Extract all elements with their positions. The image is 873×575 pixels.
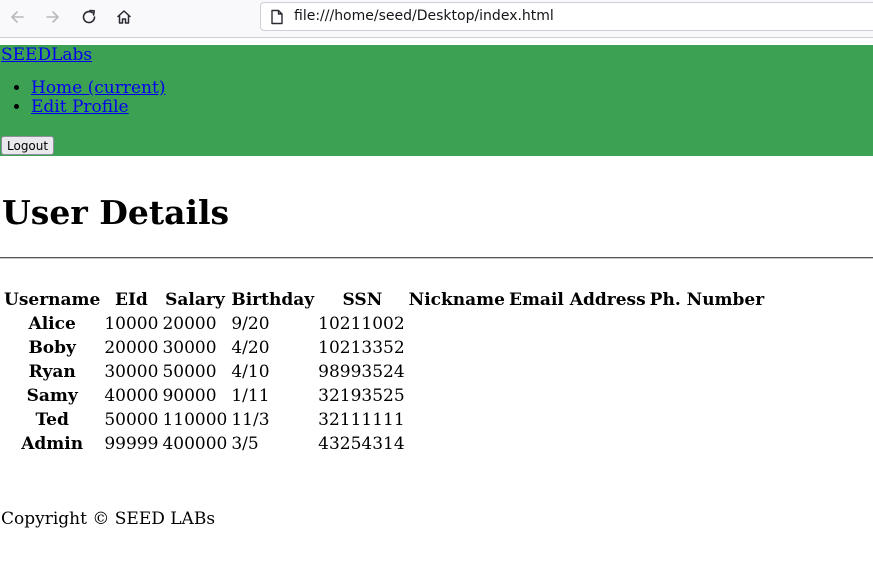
cell-eid: 20000: [104, 338, 159, 358]
cell-eid: 10000: [104, 314, 159, 334]
header-ssn: SSN: [342, 290, 383, 310]
home-button[interactable]: [111, 4, 137, 30]
cell-nickname: [408, 313, 506, 335]
table-row: Boby 20000 30000 4/20 10213352: [3, 337, 765, 359]
cell-phone: [649, 313, 766, 335]
logout-button[interactable]: Logout: [1, 136, 55, 155]
cell-ssn: 10211002: [318, 314, 405, 334]
cell-nickname: [408, 385, 506, 407]
nav-item-home: Home (current): [31, 79, 165, 98]
cell-salary: 20000: [162, 314, 217, 334]
table-row: Alice 10000 20000 9/20 10211002: [3, 313, 765, 335]
cell-phone: [649, 385, 766, 407]
cell-ssn: 98993524: [318, 362, 405, 382]
cell-eid: 50000: [104, 410, 159, 430]
forward-arrow-icon: [46, 11, 59, 23]
header-salary: Salary: [165, 290, 225, 310]
back-arrow-icon: [11, 11, 24, 23]
header-nickname: Nickname: [408, 290, 505, 310]
cell-eid: 99999: [104, 434, 159, 454]
cell-phone: [649, 337, 766, 359]
cell-nickname: [408, 337, 506, 359]
cell-eid: 30000: [104, 362, 159, 382]
cell-email: [508, 361, 647, 383]
cell-email: [508, 409, 647, 431]
home-icon: [117, 10, 131, 24]
user-details-table: Username EId Salary Birthday SSN Nicknam…: [1, 287, 767, 457]
cell-email: [508, 433, 647, 455]
cell-username: Admin: [21, 434, 84, 454]
reload-icon: [82, 9, 96, 24]
cell-salary: 400000: [162, 434, 228, 454]
cell-ssn: 10213352: [318, 338, 405, 358]
home-link[interactable]: Home (current): [31, 78, 165, 98]
cell-birthday: 3/5: [231, 434, 259, 454]
cell-email: [508, 337, 647, 359]
forward-button[interactable]: [40, 4, 66, 30]
nav-menu: Home (current) Edit Profile: [0, 79, 165, 117]
brand-link[interactable]: SEEDLabs: [1, 45, 92, 65]
cell-nickname: [408, 361, 506, 383]
cell-username: Boby: [28, 338, 76, 358]
divider: [0, 257, 873, 259]
cell-birthday: 4/20: [231, 338, 270, 358]
table-header-row: Username EId Salary Birthday SSN Nicknam…: [3, 289, 765, 311]
table-row: Admin 99999 400000 3/5 43254314: [3, 433, 765, 455]
cell-birthday: 4/10: [231, 362, 270, 382]
cell-nickname: [408, 433, 506, 455]
browser-toolbar: file:///home/seed/Desktop/index.html: [0, 0, 873, 38]
edit-profile-link[interactable]: Edit Profile: [31, 97, 129, 117]
cell-username: Ryan: [28, 362, 76, 382]
cell-birthday: 11/3: [231, 410, 270, 430]
header-birthday: Birthday: [231, 290, 315, 310]
cell-salary: 50000: [162, 362, 217, 382]
cell-salary: 90000: [162, 386, 217, 406]
table-row: Ryan 30000 50000 4/10 98993524: [3, 361, 765, 383]
cell-username: Ted: [35, 410, 69, 430]
cell-email: [508, 385, 647, 407]
cell-username: Alice: [28, 314, 76, 334]
cell-salary: 110000: [162, 410, 228, 430]
header-username: Username: [4, 290, 101, 310]
cell-ssn: 43254314: [318, 434, 405, 454]
page-title: User Details: [2, 193, 230, 232]
cell-nickname: [408, 409, 506, 431]
cell-username: Samy: [26, 386, 78, 406]
cell-email: [508, 313, 647, 335]
url-text: file:///home/seed/Desktop/index.html: [294, 8, 554, 24]
header-email: Email Address: [508, 290, 646, 310]
file-page-icon: [270, 9, 284, 29]
table-row: Ted 50000 110000 11/3 32111111: [3, 409, 765, 431]
cell-birthday: 9/20: [231, 314, 270, 334]
site-navbar: SEEDLabs Home (current) Edit Profile Log…: [0, 45, 873, 156]
cell-phone: [649, 433, 766, 455]
url-bar[interactable]: file:///home/seed/Desktop/index.html: [260, 2, 873, 31]
cell-ssn: 32193525: [318, 386, 405, 406]
header-eid: EId: [115, 290, 148, 310]
cell-ssn: 32111111: [318, 410, 405, 430]
cell-eid: 40000: [104, 386, 159, 406]
back-button[interactable]: [4, 4, 30, 30]
reload-button[interactable]: [76, 4, 102, 30]
cell-salary: 30000: [162, 338, 217, 358]
cell-phone: [649, 409, 766, 431]
header-phone: Ph. Number: [649, 290, 765, 310]
cell-phone: [649, 361, 766, 383]
copyright-footer: Copyright © SEED LABs: [1, 509, 216, 529]
cell-birthday: 1/11: [231, 386, 270, 406]
table-row: Samy 40000 90000 1/11 32193525: [3, 385, 765, 407]
nav-item-edit-profile: Edit Profile: [31, 98, 165, 117]
